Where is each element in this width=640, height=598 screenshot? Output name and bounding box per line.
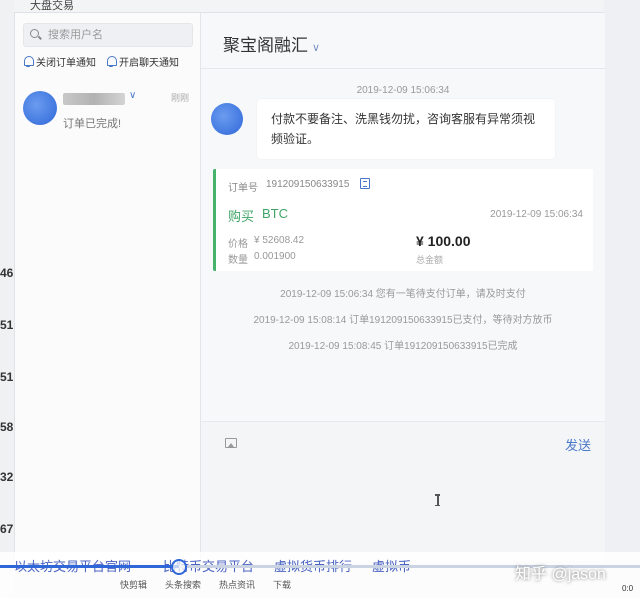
background-number: 46 xyxy=(0,266,14,280)
copy-icon[interactable] xyxy=(360,178,370,189)
taskbar-item[interactable]: 头条搜索 xyxy=(165,578,201,591)
message-timestamp: 2019-12-09 15:06:34 xyxy=(356,85,450,96)
toggle-order-notify[interactable]: 关闭订单通知 xyxy=(23,54,96,69)
taskbar: 快剪辑 头条搜索 热点资讯 下载 xyxy=(120,578,291,591)
background-left-strip: 46 51 51 58 32 67 xyxy=(0,0,14,598)
order-quantity-label: 数量 xyxy=(228,255,248,266)
toggle-chat-notify-label: 开启聊天通知 xyxy=(119,58,179,69)
bell-icon xyxy=(106,56,117,67)
conversation-item[interactable]: ∨ 刚刚 订单已完成! xyxy=(15,85,201,145)
system-message: 2019-12-09 15:08:45 订单191209150633915已完成 xyxy=(288,341,518,352)
taskbar-item[interactable]: 下载 xyxy=(273,578,291,591)
background-number: 51 xyxy=(0,370,14,384)
bell-icon xyxy=(23,56,34,67)
background-number: 51 xyxy=(0,318,14,332)
order-price-label: 价格 xyxy=(228,239,248,250)
toggle-chat-notify[interactable]: 开启聊天通知 xyxy=(106,54,179,69)
conversation-last-message: 订单已完成! xyxy=(63,118,122,130)
toggle-order-notify-label: 关闭订单通知 xyxy=(36,58,96,69)
order-amount-label: 总金额 xyxy=(416,255,444,265)
system-message: 2019-12-09 15:06:34 您有一笔待支付订单，请及时支付 xyxy=(280,289,526,300)
search-input[interactable] xyxy=(48,29,188,41)
conversation-time: 刚刚 xyxy=(171,93,190,103)
message-bubble: 付款不要备注、洗黑钱勿扰，咨询客服有异常须视频验证。 xyxy=(257,99,555,159)
background-number: 32 xyxy=(0,470,14,484)
chat-title[interactable]: 聚宝阁融汇 ∨ xyxy=(223,31,320,56)
avatar xyxy=(23,91,57,125)
background-right-strip xyxy=(604,0,640,560)
order-time: 2019-12-09 15:06:34 xyxy=(490,209,583,220)
video-progress-fill xyxy=(0,565,180,568)
search-icon xyxy=(30,29,42,41)
message-input-area[interactable]: 发送 xyxy=(201,421,605,561)
notification-toggles: 关闭订单通知 开启聊天通知 xyxy=(23,54,179,69)
header-divider xyxy=(201,68,605,69)
avatar xyxy=(211,103,243,135)
chat-title-text: 聚宝阁融汇 xyxy=(223,36,308,55)
chat-panel: 聚宝阁融汇 ∨ 2019-12-09 15:06:34 付款不要备注、洗黑钱勿扰，… xyxy=(201,13,605,561)
taskbar-item[interactable]: 热点资讯 xyxy=(219,578,255,591)
video-time: 0:0 xyxy=(622,584,634,593)
order-number: 191209150633915 xyxy=(266,179,350,190)
order-price: ¥ 52608.42 xyxy=(254,235,305,246)
text-cursor-icon xyxy=(435,494,440,506)
watermark: 知乎 @jason xyxy=(515,566,606,583)
taskbar-item[interactable]: 快剪辑 xyxy=(120,578,147,591)
order-coin: BTC xyxy=(262,206,288,221)
order-amount: ¥ 100.00 xyxy=(416,233,471,249)
order-card[interactable]: 订单号 191209150633915 购买 BTC 2019-12-09 15… xyxy=(213,169,593,271)
send-button[interactable]: 发送 xyxy=(565,435,591,454)
background-number: 58 xyxy=(0,420,14,434)
order-buy-label: 购买 xyxy=(228,209,255,224)
background-number: 67 xyxy=(0,522,14,536)
conversation-sidebar: 关闭订单通知 开启聊天通知 ∨ 刚刚 订单已完成! xyxy=(15,13,201,561)
verified-caret-icon: ∨ xyxy=(129,90,137,101)
chat-window: 关闭订单通知 开启聊天通知 ∨ 刚刚 订单已完成! 聚宝阁融汇 ∨ 2019-12… xyxy=(14,12,605,561)
system-message: 2019-12-09 15:08:14 订单191209150633915已支付… xyxy=(253,315,553,326)
conversation-name-blurred xyxy=(63,93,125,105)
search-box[interactable] xyxy=(23,23,193,47)
order-number-label: 订单号 xyxy=(228,183,258,194)
title-caret-icon: ∨ xyxy=(312,42,321,54)
order-quantity: 0.001900 xyxy=(254,251,296,262)
image-icon[interactable] xyxy=(225,438,237,448)
